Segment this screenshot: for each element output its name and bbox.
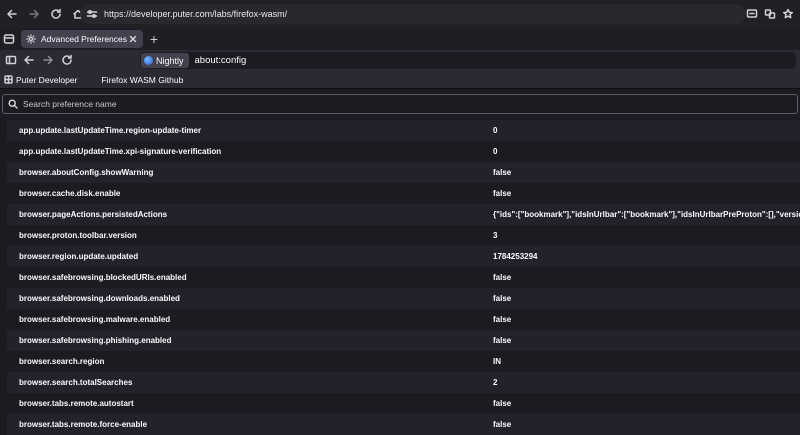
pref-row[interactable]: browser.tabs.remote.force-enable false	[7, 414, 800, 435]
pref-name: browser.tabs.remote.force-enable	[19, 420, 148, 429]
pref-row[interactable]: browser.safebrowsing.blockedURIs.enabled…	[7, 267, 800, 288]
pref-value[interactable]: false	[489, 294, 800, 303]
pref-value[interactable]: {"ids":["bookmark"],"idsInUrlbar":["book…	[489, 210, 800, 219]
pref-value[interactable]: false	[489, 189, 800, 198]
pref-row[interactable]: browser.safebrowsing.downloads.enabled fa…	[7, 288, 800, 309]
bookmarks-toolbar: Puter Developer Firefox WASM Github	[0, 71, 800, 89]
pref-name: browser.safebrowsing.phishing.enabled	[19, 336, 172, 345]
pref-name: browser.pageActions.persistedActions	[19, 210, 168, 219]
reload-icon[interactable]	[60, 53, 74, 67]
reload-icon[interactable]	[46, 4, 66, 24]
forward-arrow-icon[interactable]	[24, 4, 44, 24]
cast-icon[interactable]	[744, 4, 760, 24]
url-text[interactable]: about:config	[195, 55, 247, 66]
search-icon	[8, 99, 18, 109]
gear-icon	[25, 33, 37, 45]
pref-value[interactable]: false	[489, 420, 800, 429]
pref-row[interactable]: app.update.lastUpdateTime.region-update-…	[7, 120, 800, 141]
pref-row[interactable]: browser.region.update.updated 1784253294	[7, 246, 800, 267]
pref-value[interactable]: false	[489, 315, 800, 324]
pref-name: browser.proton.toolbar.version	[19, 231, 137, 240]
pref-name: browser.search.region	[19, 357, 105, 366]
pref-value[interactable]: false	[489, 273, 800, 282]
pref-name: browser.search.totalSearches	[19, 378, 133, 387]
bookmark-puter-developer[interactable]: Puter Developer	[4, 75, 77, 85]
pref-name: browser.safebrowsing.blockedURIs.enabled	[19, 273, 187, 282]
globe-icon	[89, 75, 98, 84]
about-config-page: app.update.lastUpdateTime.region-update-…	[0, 90, 800, 435]
bookmark-label: Firefox WASM Github	[101, 74, 184, 85]
pref-row[interactable]: browser.proton.toolbar.version 3	[7, 225, 800, 246]
pref-row[interactable]: browser.safebrowsing.phishing.enabled fal…	[7, 330, 800, 351]
new-tab-button[interactable]: +	[146, 31, 162, 47]
identity-box[interactable]: Nightly	[141, 53, 189, 68]
pref-value[interactable]: false	[489, 399, 800, 408]
close-tab-icon[interactable]	[127, 33, 139, 45]
bookmark-star-icon[interactable]	[780, 4, 796, 24]
pref-row[interactable]: browser.search.totalSearches 2	[7, 372, 800, 393]
outer-address-bar[interactable]: https://developer.puter.com/labs/firefox…	[80, 4, 745, 24]
pref-row[interactable]: browser.search.region IN	[7, 351, 800, 372]
address-bar[interactable]: Nightly about:config	[140, 52, 796, 69]
translate-icon[interactable]	[762, 4, 778, 24]
tab-title: Advanced Preferences	[41, 34, 127, 44]
pref-name: browser.tabs.remote.autostart	[19, 399, 134, 408]
pref-value[interactable]: 0	[489, 126, 800, 135]
back-arrow-icon[interactable]	[2, 4, 22, 24]
pref-name: app.update.lastUpdateTime.region-update-…	[19, 126, 202, 135]
bookmark-firefox-wasm-github[interactable]: Firefox WASM Github	[89, 75, 183, 85]
pref-value[interactable]: 2	[489, 378, 800, 387]
pref-value[interactable]: false	[489, 168, 800, 177]
bookmark-label: Puter Developer	[16, 74, 78, 85]
pref-name: app.update.lastUpdateTime.xpi-signature-…	[19, 147, 222, 156]
back-arrow-icon[interactable]	[22, 53, 36, 67]
pref-row[interactable]: browser.cache.disk.enable false	[7, 183, 800, 204]
pref-row[interactable]: app.update.lastUpdateTime.xpi-signature-…	[7, 141, 800, 162]
pref-value[interactable]: 3	[489, 231, 800, 240]
pref-name: browser.cache.disk.enable	[19, 189, 121, 198]
search-box[interactable]	[2, 94, 798, 114]
forward-arrow-icon[interactable]	[41, 53, 55, 67]
nightly-logo-icon	[144, 56, 153, 65]
tab-advanced-preferences[interactable]: Advanced Preferences	[21, 30, 143, 48]
search-container	[0, 92, 800, 114]
puter-icon	[4, 75, 13, 84]
search-input[interactable]	[21, 98, 797, 110]
site-settings-icon[interactable]	[86, 8, 98, 20]
pref-row[interactable]: browser.pageActions.persistedActions {"id…	[7, 204, 800, 225]
pref-row[interactable]: browser.aboutConfig.showWarning false	[7, 162, 800, 183]
pref-value[interactable]: false	[489, 336, 800, 345]
firefox-nav-bar: Nightly about:config	[0, 50, 800, 71]
pref-name: browser.aboutConfig.showWarning	[19, 168, 154, 177]
sidebar-icon[interactable]	[4, 53, 18, 67]
pref-row[interactable]: browser.tabs.remote.autostart false	[7, 393, 800, 414]
pref-name: browser.region.update.updated	[19, 252, 139, 261]
pref-value[interactable]: 1784253294	[489, 252, 800, 261]
pref-value[interactable]: IN	[489, 357, 800, 366]
preferences-table: app.update.lastUpdateTime.region-update-…	[7, 120, 800, 435]
tab-strip: Advanced Preferences +	[0, 28, 800, 50]
pref-name: browser.safebrowsing.downloads.enabled	[19, 294, 180, 303]
outer-browser-toolbar: https://developer.puter.com/labs/firefox…	[0, 0, 800, 28]
pref-value[interactable]: 0	[489, 147, 800, 156]
outer-url-text: https://developer.puter.com/labs/firefox…	[104, 9, 288, 19]
tab-list-icon[interactable]	[2, 32, 16, 46]
identity-label: Nightly	[156, 55, 184, 66]
pref-name: browser.safebrowsing.malware.enabled	[19, 315, 171, 324]
pref-row[interactable]: browser.safebrowsing.malware.enabled fals…	[7, 309, 800, 330]
